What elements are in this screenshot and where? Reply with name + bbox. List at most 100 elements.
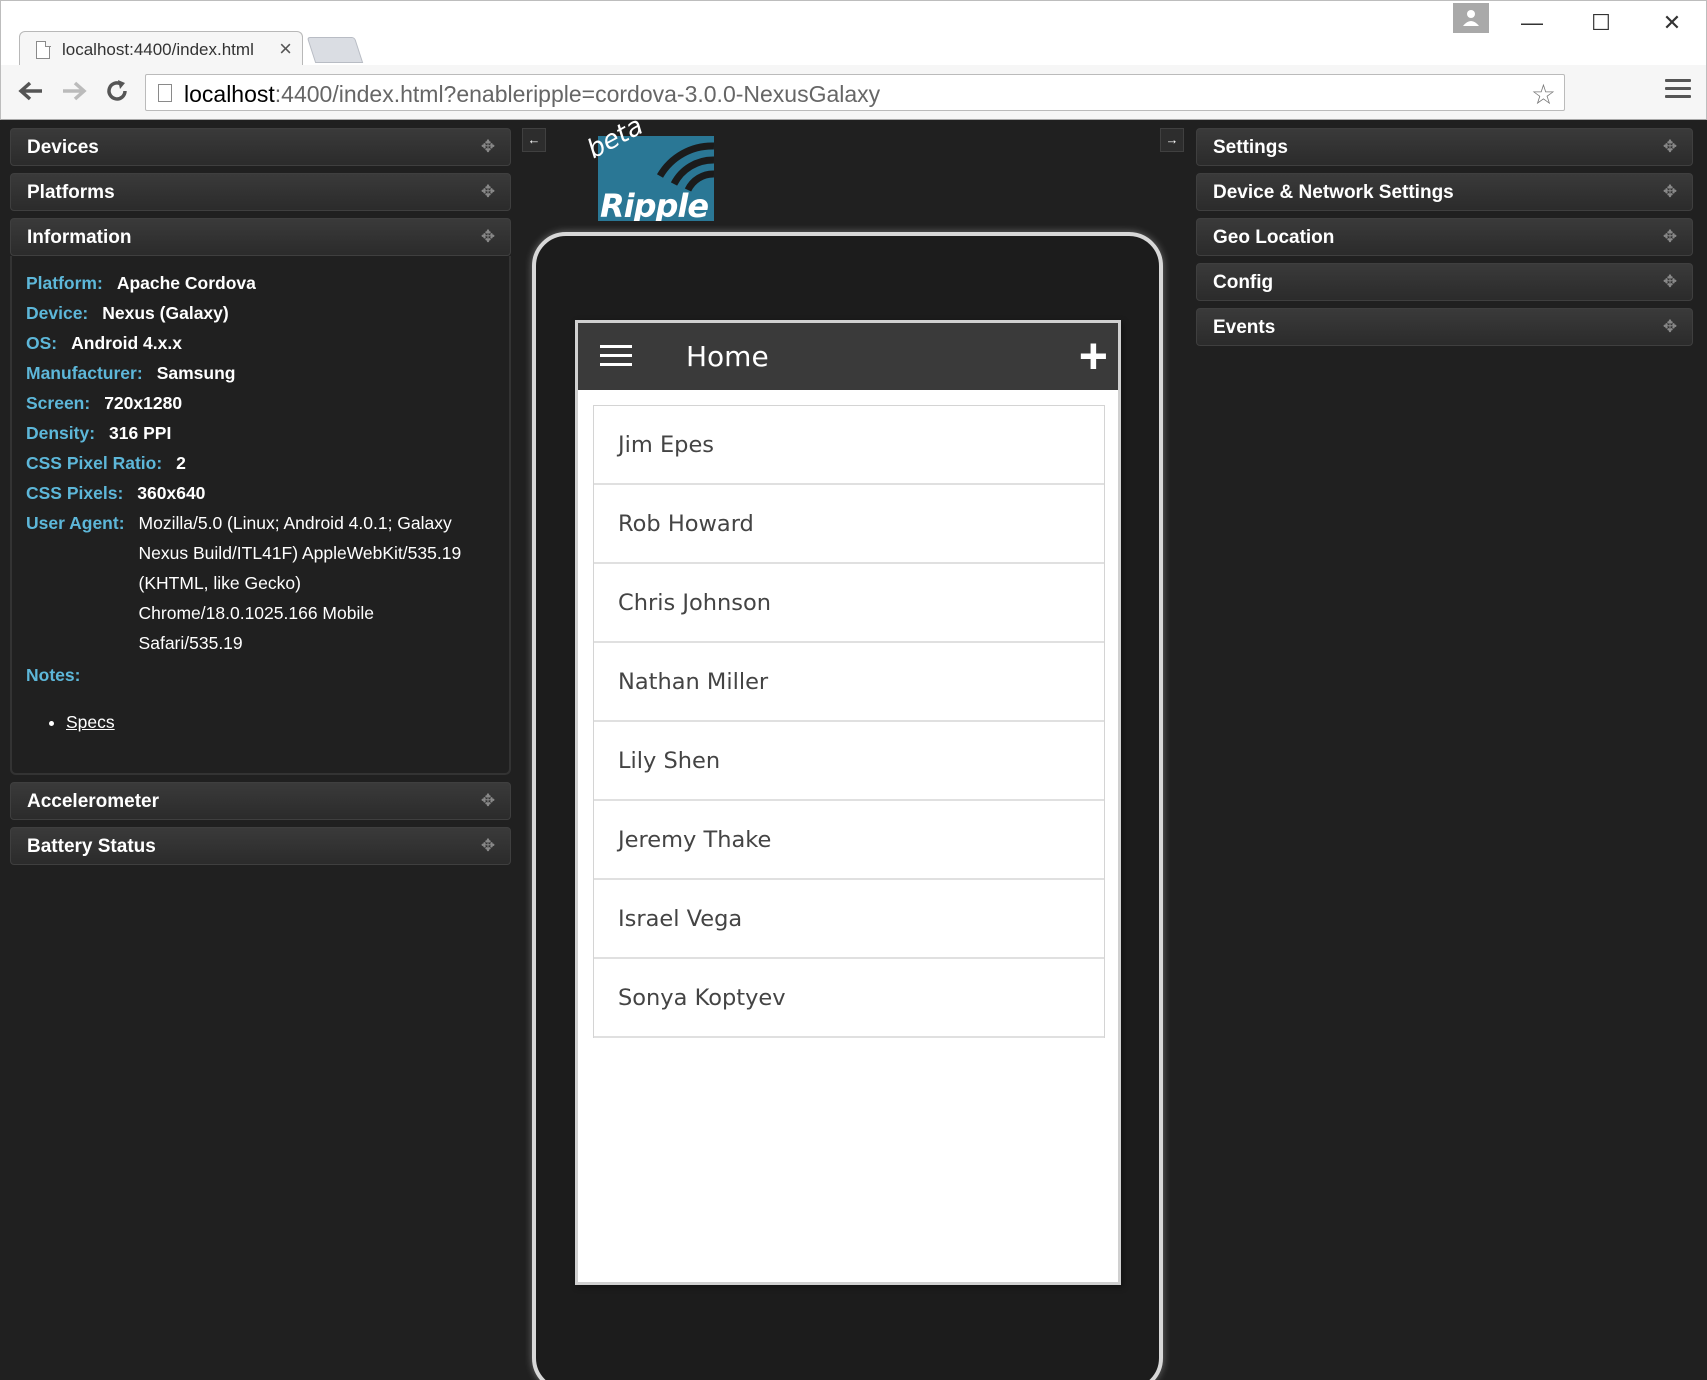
hamburger-menu-icon[interactable]	[600, 345, 632, 369]
user-agent-value: Mozilla/5.0 (Linux; Android 4.0.1; Galax…	[138, 513, 462, 653]
info-label: OS:	[26, 333, 58, 353]
panel-title: Devices	[27, 137, 99, 158]
panel-title: Config	[1213, 272, 1274, 293]
left-panel-column: Devices ✥ Platforms ✥ Information ✥ Plat…	[10, 128, 511, 872]
move-icon[interactable]: ✥	[478, 791, 498, 811]
panel-config[interactable]: Config ✥	[1196, 263, 1693, 301]
maximize-button[interactable]: ☐	[1578, 7, 1624, 39]
info-value: 360x640	[137, 483, 206, 503]
add-contact-button[interactable]: +	[1079, 329, 1108, 383]
page-icon	[36, 40, 51, 59]
info-value: Samsung	[156, 363, 236, 383]
address-bar[interactable]: localhost:4400/index.html?enableripple=c…	[145, 74, 1565, 111]
list-item[interactable]: Nathan Miller	[594, 643, 1104, 722]
info-value: Android 4.x.x	[71, 333, 182, 353]
back-button[interactable]	[13, 73, 49, 109]
info-row: Device: Nexus (Galaxy)	[26, 298, 495, 328]
info-label: Notes:	[26, 665, 81, 685]
collapse-right-arrow-icon[interactable]: →	[1160, 128, 1184, 152]
list-item[interactable]: Lily Shen	[594, 722, 1104, 801]
bookmark-star-icon[interactable]: ☆	[1531, 78, 1556, 111]
move-icon[interactable]: ✥	[478, 227, 498, 247]
page-title: Home	[686, 340, 769, 373]
list-item: Specs	[66, 712, 495, 733]
panel-accelerometer[interactable]: Accelerometer ✥	[10, 782, 511, 820]
reload-button[interactable]	[99, 73, 135, 109]
info-label: Device:	[26, 303, 89, 323]
browser-tab[interactable]: localhost:4400/index.html ×	[19, 31, 303, 67]
browser-titlebar: localhost:4400/index.html × — ☐ ✕	[0, 0, 1707, 67]
info-row: Density: 316 PPI	[26, 418, 495, 448]
move-icon[interactable]: ✥	[1660, 272, 1680, 292]
panel-title: Geo Location	[1213, 227, 1335, 248]
info-value: Nexus (Galaxy)	[102, 303, 229, 323]
info-row: CSS Pixel Ratio: 2	[26, 448, 495, 478]
move-icon[interactable]: ✥	[478, 137, 498, 157]
contact-list: Jim Epes Rob Howard Chris Johnson Nathan…	[593, 405, 1105, 1038]
app-header: Home +	[578, 323, 1118, 390]
info-label: CSS Pixel Ratio:	[26, 453, 163, 473]
move-icon[interactable]: ✥	[1660, 137, 1680, 157]
right-panel-column: Settings ✥ Device & Network Settings ✥ G…	[1196, 128, 1693, 353]
browser-toolbar: localhost:4400/index.html?enableripple=c…	[0, 65, 1707, 120]
arrow-right-icon	[63, 81, 87, 101]
move-icon[interactable]: ✥	[1660, 182, 1680, 202]
info-value: 316 PPI	[109, 423, 172, 443]
tab-close-icon[interactable]: ×	[279, 36, 292, 62]
panel-geo-location[interactable]: Geo Location ✥	[1196, 218, 1693, 256]
list-item[interactable]: Sonya Koptyev	[594, 959, 1104, 1038]
list-item[interactable]: Rob Howard	[594, 485, 1104, 564]
move-icon[interactable]: ✥	[478, 182, 498, 202]
panel-platforms[interactable]: Platforms ✥	[10, 173, 511, 211]
move-icon[interactable]: ✥	[1660, 227, 1680, 247]
panel-title: Information	[27, 227, 132, 248]
list-item[interactable]: Jim Epes	[594, 406, 1104, 485]
browser-menu-icon[interactable]	[1665, 79, 1691, 105]
panel-events[interactable]: Events ✥	[1196, 308, 1693, 346]
list-item[interactable]: Chris Johnson	[594, 564, 1104, 643]
info-row: Platform: Apache Cordova	[26, 268, 495, 298]
info-label: CSS Pixels:	[26, 483, 124, 503]
close-window-button[interactable]: ✕	[1649, 7, 1695, 39]
url-text: localhost:4400/index.html?enableripple=c…	[184, 81, 880, 108]
specs-link[interactable]: Specs	[66, 712, 115, 732]
panel-information[interactable]: Information ✥	[10, 218, 511, 256]
panel-title: Settings	[1213, 137, 1288, 158]
move-icon[interactable]: ✥	[1660, 317, 1680, 337]
info-value: 720x1280	[104, 393, 183, 413]
info-label: User Agent:	[26, 513, 125, 533]
panel-device-network-settings[interactable]: Device & Network Settings ✥	[1196, 173, 1693, 211]
user-profile-button[interactable]	[1453, 3, 1489, 33]
url-path: :4400/index.html?enableripple=cordova-3.…	[274, 81, 881, 107]
info-value: 2	[176, 453, 186, 473]
information-body: Platform: Apache Cordova Device: Nexus (Ga…	[10, 256, 511, 775]
reload-icon	[107, 80, 127, 101]
new-tab-button[interactable]	[306, 37, 364, 63]
list-item[interactable]: Jeremy Thake	[594, 801, 1104, 880]
panel-title: Device & Network Settings	[1213, 182, 1454, 203]
info-row: Manufacturer: Samsung	[26, 358, 495, 388]
forward-button[interactable]	[56, 73, 92, 109]
move-icon[interactable]: ✥	[478, 836, 498, 856]
url-host: localhost	[184, 81, 275, 107]
panel-settings[interactable]: Settings ✥	[1196, 128, 1693, 166]
info-row: CSS Pixels: 360x640	[26, 478, 495, 508]
user-icon	[1463, 10, 1479, 26]
info-row: Screen: 720x1280	[26, 388, 495, 418]
info-label: Screen:	[26, 393, 91, 413]
logo-wordmark: Ripple	[600, 187, 709, 221]
panel-title: Accelerometer	[27, 791, 160, 812]
notes-list: Specs	[66, 712, 495, 733]
panel-title: Battery Status	[27, 836, 156, 857]
info-row-notes: Notes:	[26, 660, 495, 690]
device-screen: Home + Jim Epes Rob Howard Chris Johnson…	[575, 320, 1121, 1285]
page-icon	[158, 84, 172, 102]
panel-battery-status[interactable]: Battery Status ✥	[10, 827, 511, 865]
panel-devices[interactable]: Devices ✥	[10, 128, 511, 166]
info-label: Platform:	[26, 273, 103, 293]
list-item[interactable]: Israel Vega	[594, 880, 1104, 959]
collapse-left-arrow-icon[interactable]: ←	[522, 128, 546, 152]
panel-title: Platforms	[27, 182, 115, 203]
minimize-button[interactable]: —	[1509, 7, 1555, 39]
info-label: Manufacturer:	[26, 363, 143, 383]
